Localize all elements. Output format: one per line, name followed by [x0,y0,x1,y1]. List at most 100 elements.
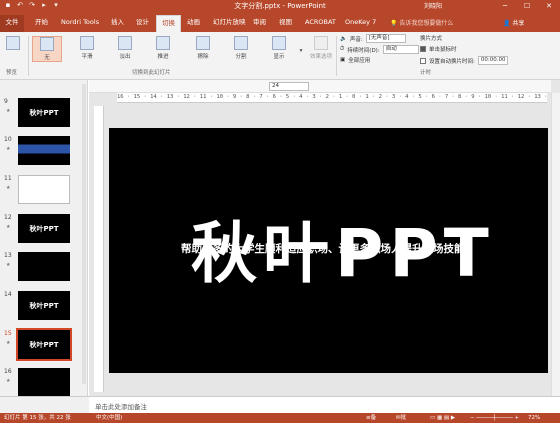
tab-animations[interactable]: 动画 [182,15,205,32]
notes-toggle-label: 备注 [370,415,377,421]
comments-toggle-button[interactable]: ✉ 批注 [396,413,406,423]
slide-number: 13 [4,252,12,259]
sound-icon: 🔈 [340,35,347,42]
notes-toggle-button[interactable]: ≡ 备注 [366,413,376,423]
slide-subtitle[interactable]: 帮助更多的大学生顺利适应职场、让更多职场人提升职场技能 [181,241,465,256]
duration-label: 持续时间(D): [347,47,380,54]
maximize-button[interactable]: ☐ [516,0,538,12]
group-timing-label: 计时 [420,70,432,76]
ribbon-transitions: 预览 无 平滑 淡出 推进 擦除 分割 显示 ▾ 效果选项 切换到此幻灯片 🔈 … [0,32,560,80]
tab-design[interactable]: 设计 [131,15,154,32]
transition-push-label: 推进 [157,54,169,60]
transition-morph-label: 平滑 [81,54,93,60]
tab-view[interactable]: 视图 [274,15,297,32]
font-size-select[interactable]: 24 [269,82,309,91]
slide-number: 9 [4,98,8,105]
slide-thumbnail[interactable]: 10 ★ [4,136,86,168]
transition-morph[interactable]: 平滑 [72,36,102,60]
zoom-level[interactable]: 72% [528,413,540,423]
transition-fade-label: 淡出 [119,54,131,60]
on-click-checkbox[interactable]: 单击鼠标时 [420,45,457,53]
slide-thumbnail[interactable]: 12 ★ 秋叶PPT [4,214,86,246]
after-time-input[interactable]: 00:00.00 [477,56,508,65]
effect-options-icon [314,36,328,50]
tab-file[interactable]: 文件 [0,15,24,32]
advance-heading: 换片方式 [420,34,442,42]
user-name[interactable]: 刘晓阳 [424,1,442,10]
group-preview-label: 预览 [6,70,18,76]
title-bar: ▪ ↶ ↷ ▸ ▾ 文字分割.pptx - PowerPoint 刘晓阳 ─ ☐… [0,0,560,12]
transition-reveal-icon [272,36,286,50]
document-title: 文字分割.pptx - PowerPoint [234,2,326,10]
slide-canvas[interactable]: 秋叶PPT 帮助更多的大学生顺利适应职场、让更多职场人提升职场技能 [109,128,548,373]
slide-thumbnail[interactable]: 14 秋叶PPT [4,291,86,323]
tab-nordri-tools[interactable]: Nordri Tools [56,15,104,32]
effect-options-button[interactable]: 效果选项 [308,36,334,60]
tab-home[interactable]: 开始 [30,15,53,32]
slide-preview: 秋叶PPT [18,214,70,243]
view-buttons[interactable]: ▭ ▦ ▤ ▶ [430,413,455,423]
slide-preview [18,136,70,165]
slide-thumbnail-selected[interactable]: 15 ★ 秋叶PPT [4,328,86,362]
after-time-checkbox[interactable] [420,57,426,64]
slide-preview [18,175,70,204]
notes-placeholder: 单击此处添加备注 [95,403,147,411]
slide-thumbnails-panel: 9 ★ 秋叶PPT 10 ★ 11 ★ 12 ★ 秋叶PPT 13 ★ 14 秋… [0,80,88,396]
zoom-slider[interactable]: − ─────┼───── + [470,413,519,423]
sound-row: 🔈 声音: [无声音] [340,34,406,43]
tab-transitions[interactable]: 切换 [156,15,181,32]
tell-me-search[interactable]: 💡 告诉我您想要做什么 [390,18,453,27]
tab-acrobat[interactable]: ACROBAT [300,15,341,32]
tell-me-text: 告诉我您想要做什么 [399,20,454,27]
slide-thumbnail[interactable]: 9 ★ 秋叶PPT [4,98,86,130]
apply-all-button[interactable]: ▣ 全部应用 [340,56,370,64]
on-click-label: 单击鼠标时 [429,47,457,53]
notes-pane[interactable]: 单击此处添加备注 [89,396,560,413]
transition-none-icon [40,37,54,51]
transition-star-icon: ★ [6,185,11,191]
group-transitions-label: 切换到此幻灯片 [132,70,171,76]
tab-insert[interactable]: 插入 [106,15,129,32]
sound-select[interactable]: [无声音] [365,34,406,43]
tab-slideshow[interactable]: 幻灯片放映 [208,15,251,32]
transition-split-label: 分割 [235,54,247,60]
after-time-row: 设置自动换片时间: 00:00.00 [420,56,508,65]
transition-star-icon: ★ [6,224,11,230]
slide-preview [18,368,70,396]
transition-none-label: 无 [44,55,50,61]
slide-thumbnail[interactable]: 16 ★ [4,368,86,396]
transition-none[interactable]: 无 [32,36,62,62]
tab-onekey[interactable]: OneKey 7 [340,15,381,32]
slide-number: 10 [4,136,12,143]
close-button[interactable]: ✕ [538,0,560,12]
transition-wipe-icon [196,36,210,50]
transition-wipe[interactable]: 擦除 [188,36,218,60]
transition-fade[interactable]: 淡出 [110,36,140,60]
sound-label: 声音: [349,36,363,43]
preview-button[interactable] [3,36,23,52]
transition-star-icon: ★ [6,262,11,268]
apply-all-icon: ▣ [340,57,346,63]
duration-input[interactable]: 自动 [382,45,419,54]
transition-push[interactable]: 推进 [148,36,178,60]
slide-thumbnail[interactable]: 11 ★ [4,175,86,207]
comments-toggle-label: 批注 [400,415,407,421]
on-click-check-icon [420,46,426,52]
slide-number: 14 [4,291,12,298]
minimize-button[interactable]: ─ [494,0,516,12]
preview-icon [6,36,20,50]
share-button[interactable]: 👤 共享 [503,18,524,27]
slide-preview: 秋叶PPT [16,328,72,361]
transition-reveal[interactable]: 显示 [264,36,294,60]
thumbnail-scrollbar[interactable] [82,84,86,384]
language-indicator[interactable]: 中文(中国) [96,413,122,423]
tab-review[interactable]: 审阅 [248,15,271,32]
advance-label: 换片方式 [420,36,443,42]
transition-morph-icon [80,36,94,50]
ribbon-separator [28,36,29,76]
transition-star-icon: ★ [6,108,11,114]
transition-split[interactable]: 分割 [226,36,256,60]
slide-thumbnail[interactable]: 13 ★ [4,252,86,284]
editor-scrollbar[interactable] [551,93,560,396]
gallery-more-button[interactable]: ▾ [296,36,306,66]
